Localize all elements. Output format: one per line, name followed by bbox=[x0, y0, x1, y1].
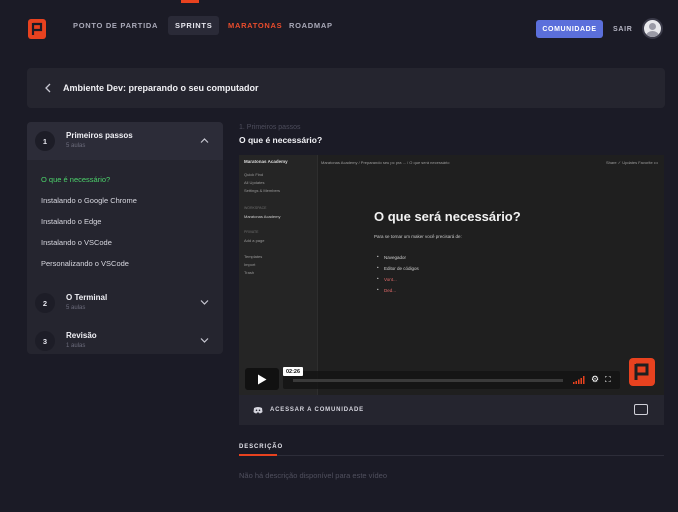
video-doc-title: O que será necessário? bbox=[374, 209, 521, 224]
video-timestamp: 02:26 bbox=[283, 367, 303, 376]
module-item-2[interactable]: 2 O Terminal 5 aulas bbox=[27, 284, 223, 322]
avatar[interactable] bbox=[642, 18, 663, 39]
video-doc-list-item: Ded... bbox=[377, 287, 419, 299]
module-title: Revisão bbox=[66, 331, 97, 340]
video-topbar-actions: Share ✓ Updates Favorite ••• bbox=[605, 160, 658, 165]
video-sidebar-item: Quick Find bbox=[244, 172, 264, 177]
video-doc-list-item: Editor de códigos bbox=[377, 265, 419, 277]
module-item-1[interactable]: 1 Primeiros passos 5 aulas bbox=[27, 122, 223, 160]
chevron-down-icon[interactable] bbox=[200, 299, 209, 306]
nav-maratonas[interactable]: MARATONAS bbox=[228, 21, 282, 30]
chevron-up-icon[interactable] bbox=[200, 137, 209, 144]
lesson-item[interactable]: Instalando o Edge bbox=[27, 215, 223, 236]
chevron-down-icon[interactable] bbox=[200, 337, 209, 344]
module-title: O Terminal bbox=[66, 293, 108, 302]
video-workspace-name: Maratonas Academy bbox=[244, 159, 288, 164]
video-footer-item: Templates bbox=[244, 254, 263, 259]
discord-icon bbox=[253, 407, 263, 414]
video-doc-list-item: Vont... bbox=[377, 276, 419, 288]
nav-ponto-de-partida[interactable]: PONTO DE PARTIDA bbox=[73, 21, 158, 30]
description-text: Não há descrição disponível para este ví… bbox=[239, 471, 388, 480]
nav-roadmap[interactable]: ROADMAP bbox=[289, 21, 333, 30]
module-number: 1 bbox=[35, 131, 55, 151]
video-footer-item: Import bbox=[244, 262, 256, 267]
module-number: 2 bbox=[35, 293, 55, 313]
video-sidebar-item: Settings & Members bbox=[244, 188, 281, 193]
video-notion-sidebar: Maratonas Academy Quick Find All Updates… bbox=[239, 155, 318, 395]
module-item-3[interactable]: 3 Revisão 1 aulas bbox=[27, 322, 223, 354]
module-lesson-count: 5 aulas bbox=[66, 305, 86, 311]
video-section-label: PRIVATE bbox=[244, 230, 259, 234]
module-sidebar: 1 Primeiros passos 5 aulas O que é neces… bbox=[27, 122, 223, 354]
lesson-breadcrumb: 1. Primeiros passos bbox=[239, 124, 301, 131]
video-topbar-path: Maratonas Academy / Preparando seu pc pr… bbox=[321, 160, 450, 165]
lesson-item[interactable]: Personalizando o VSCode bbox=[27, 257, 223, 278]
fullscreen-icon[interactable]: ⛶ bbox=[605, 375, 611, 384]
lesson-item[interactable]: Instalando o VSCode bbox=[27, 236, 223, 257]
community-button[interactable]: COMUNIDADE bbox=[536, 20, 603, 38]
video-doc-list: Navegador Editor de códigos Vont... Ded.… bbox=[377, 254, 419, 299]
module-number: 3 bbox=[35, 331, 55, 351]
community-link[interactable]: ACESSAR A COMUNIDADE bbox=[270, 407, 364, 413]
play-button[interactable] bbox=[245, 368, 279, 390]
brand-logo-icon[interactable] bbox=[28, 19, 46, 39]
video-add-page: Add a page bbox=[244, 238, 265, 243]
brand-watermark-icon bbox=[629, 358, 655, 386]
theater-mode-icon[interactable] bbox=[634, 404, 648, 415]
lesson-list: O que é necessário? Instalando o Google … bbox=[27, 160, 223, 284]
description-divider bbox=[277, 454, 664, 456]
description-tab[interactable]: DESCRIÇÃO bbox=[239, 444, 283, 450]
video-player[interactable]: Maratonas Academy Quick Find All Updates… bbox=[239, 155, 664, 395]
top-header: PONTO DE PARTIDA SPRINTS MARATONAS ROADM… bbox=[0, 0, 678, 58]
nav-sprints[interactable]: SPRINTS bbox=[168, 16, 220, 35]
video-doc-list-item: Navegador bbox=[377, 254, 419, 266]
video-footer-item: Trash bbox=[244, 270, 255, 275]
module-lesson-count: 5 aulas bbox=[66, 143, 86, 149]
logout-link[interactable]: SAIR bbox=[613, 26, 633, 33]
video-footer-bar: ACESSAR A COMUNIDADE bbox=[239, 395, 664, 425]
gear-icon[interactable]: ⚙ bbox=[591, 375, 599, 384]
video-doc-intro: Para se tornar um maker você precisará d… bbox=[374, 234, 462, 239]
module-title: Primeiros passos bbox=[66, 131, 133, 140]
lesson-title: O que é necessário? bbox=[239, 135, 323, 145]
video-workspace-page: Maratonas Academy bbox=[244, 214, 281, 219]
lesson-item[interactable]: Instalando o Google Chrome bbox=[27, 194, 223, 215]
video-control-bar: ⚙ ⛶ bbox=[283, 371, 620, 389]
volume-icon[interactable] bbox=[573, 376, 585, 384]
course-title-bar: Ambiente Dev: preparando o seu computado… bbox=[27, 68, 665, 108]
lesson-item-current[interactable]: O que é necessário? bbox=[27, 173, 223, 194]
course-title: Ambiente Dev: preparando o seu computado… bbox=[63, 83, 259, 93]
video-section-label: WORKSPACE bbox=[244, 206, 267, 210]
video-progress-bar[interactable] bbox=[293, 379, 563, 382]
chevron-left-icon[interactable] bbox=[44, 83, 53, 93]
description-tab-underline bbox=[239, 454, 277, 456]
play-icon bbox=[258, 374, 267, 384]
video-sidebar-item: All Updates bbox=[244, 180, 265, 185]
module-lesson-count: 1 aulas bbox=[66, 343, 86, 349]
